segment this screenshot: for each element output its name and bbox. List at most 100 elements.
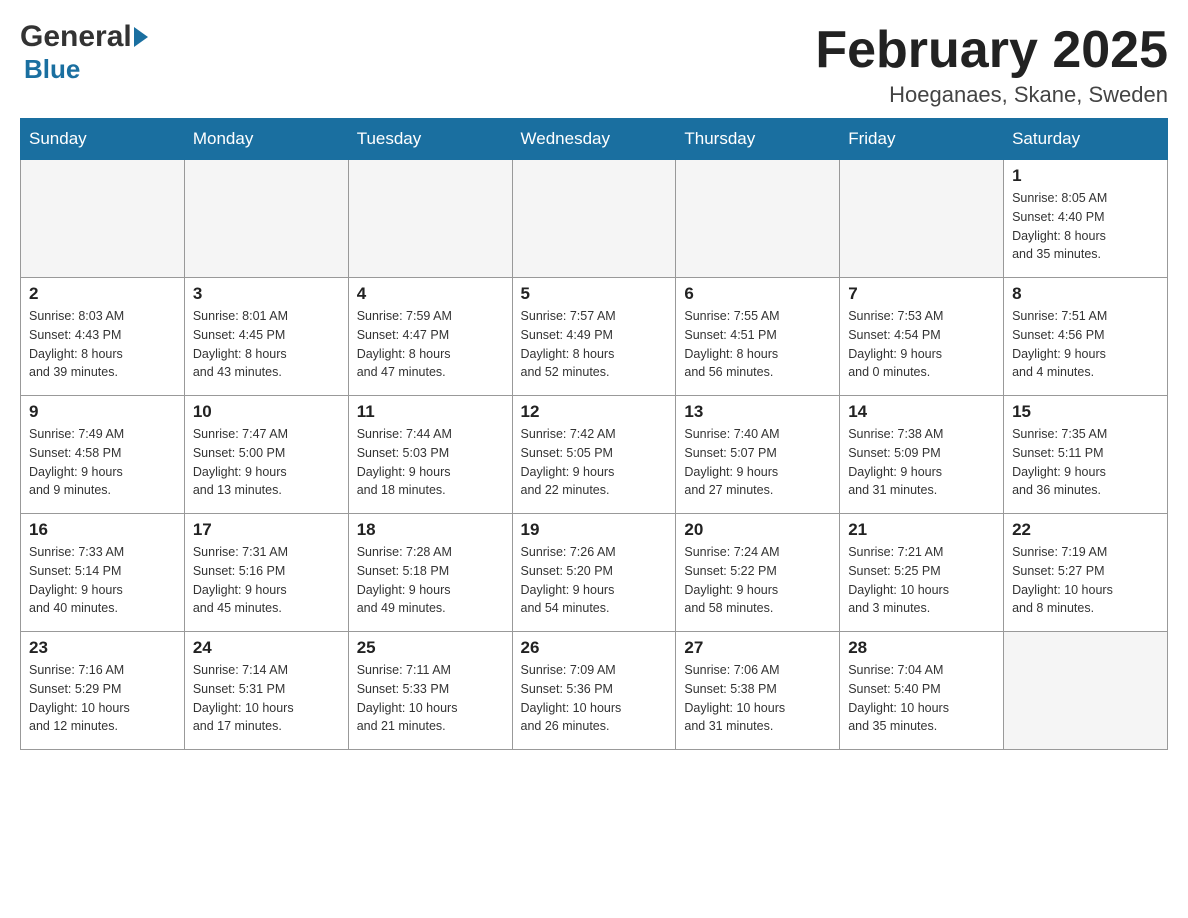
day-info: Sunrise: 7:49 AMSunset: 4:58 PMDaylight:…: [29, 425, 176, 500]
calendar-cell: 3 Sunrise: 8:01 AMSunset: 4:45 PMDaylight…: [184, 278, 348, 396]
day-info: Sunrise: 7:33 AMSunset: 5:14 PMDaylight:…: [29, 543, 176, 618]
calendar-cell: [1004, 632, 1168, 750]
logo-general-text: General: [20, 20, 132, 54]
day-number: 6: [684, 284, 831, 304]
day-info: Sunrise: 7:24 AMSunset: 5:22 PMDaylight:…: [684, 543, 831, 618]
day-info: Sunrise: 7:47 AMSunset: 5:00 PMDaylight:…: [193, 425, 340, 500]
day-info: Sunrise: 7:53 AMSunset: 4:54 PMDaylight:…: [848, 307, 995, 382]
day-info: Sunrise: 7:59 AMSunset: 4:47 PMDaylight:…: [357, 307, 504, 382]
calendar-cell: 28Sunrise: 7:04 AMSunset: 5:40 PMDayligh…: [840, 632, 1004, 750]
calendar-cell: 16 Sunrise: 7:33 AMSunset: 5:14 PMDayligh…: [21, 514, 185, 632]
day-number: 17: [193, 520, 340, 540]
calendar-week-3: 9 Sunrise: 7:49 AMSunset: 4:58 PMDaylight…: [21, 396, 1168, 514]
calendar-cell: 7Sunrise: 7:53 AMSunset: 4:54 PMDaylight…: [840, 278, 1004, 396]
location-text: Hoeganaes, Skane, Sweden: [815, 82, 1168, 108]
day-number: 22: [1012, 520, 1159, 540]
logo-arrow-icon: [134, 27, 148, 47]
day-info: Sunrise: 8:05 AMSunset: 4:40 PMDaylight:…: [1012, 189, 1159, 264]
weekday-header-tuesday: Tuesday: [348, 119, 512, 160]
day-number: 18: [357, 520, 504, 540]
day-info: Sunrise: 7:16 AMSunset: 5:29 PMDaylight:…: [29, 661, 176, 736]
day-number: 11: [357, 402, 504, 422]
calendar-header: SundayMondayTuesdayWednesdayThursdayFrid…: [21, 119, 1168, 160]
calendar-cell: 24 Sunrise: 7:14 AMSunset: 5:31 PMDayligh…: [184, 632, 348, 750]
day-info: Sunrise: 7:55 AMSunset: 4:51 PMDaylight:…: [684, 307, 831, 382]
day-number: 23: [29, 638, 176, 658]
calendar-cell: 9 Sunrise: 7:49 AMSunset: 4:58 PMDaylight…: [21, 396, 185, 514]
calendar-cell: 23 Sunrise: 7:16 AMSunset: 5:29 PMDayligh…: [21, 632, 185, 750]
day-number: 12: [521, 402, 668, 422]
calendar-cell: 25 Sunrise: 7:11 AMSunset: 5:33 PMDayligh…: [348, 632, 512, 750]
weekday-header-saturday: Saturday: [1004, 119, 1168, 160]
day-number: 15: [1012, 402, 1159, 422]
calendar-cell: [348, 160, 512, 278]
calendar-cell: 2 Sunrise: 8:03 AMSunset: 4:43 PMDaylight…: [21, 278, 185, 396]
day-number: 21: [848, 520, 995, 540]
calendar-cell: 22 Sunrise: 7:19 AMSunset: 5:27 PMDayligh…: [1004, 514, 1168, 632]
day-info: Sunrise: 7:31 AMSunset: 5:16 PMDaylight:…: [193, 543, 340, 618]
page-header: General Blue February 2025 Hoeganaes, Sk…: [20, 20, 1168, 108]
day-number: 8: [1012, 284, 1159, 304]
day-number: 10: [193, 402, 340, 422]
day-info: Sunrise: 7:19 AMSunset: 5:27 PMDaylight:…: [1012, 543, 1159, 618]
calendar-cell: 21Sunrise: 7:21 AMSunset: 5:25 PMDayligh…: [840, 514, 1004, 632]
weekday-row: SundayMondayTuesdayWednesdayThursdayFrid…: [21, 119, 1168, 160]
day-number: 24: [193, 638, 340, 658]
calendar-cell: 18Sunrise: 7:28 AMSunset: 5:18 PMDayligh…: [348, 514, 512, 632]
calendar-cell: 1 Sunrise: 8:05 AMSunset: 4:40 PMDaylight…: [1004, 160, 1168, 278]
calendar-cell: [840, 160, 1004, 278]
day-number: 14: [848, 402, 995, 422]
calendar-cell: 5 Sunrise: 7:57 AMSunset: 4:49 PMDaylight…: [512, 278, 676, 396]
day-info: Sunrise: 8:01 AMSunset: 4:45 PMDaylight:…: [193, 307, 340, 382]
day-info: Sunrise: 7:04 AMSunset: 5:40 PMDaylight:…: [848, 661, 995, 736]
weekday-header-wednesday: Wednesday: [512, 119, 676, 160]
day-number: 9: [29, 402, 176, 422]
day-number: 4: [357, 284, 504, 304]
month-title: February 2025: [815, 20, 1168, 80]
day-number: 16: [29, 520, 176, 540]
calendar-cell: 10 Sunrise: 7:47 AMSunset: 5:00 PMDayligh…: [184, 396, 348, 514]
weekday-header-sunday: Sunday: [21, 119, 185, 160]
day-number: 5: [521, 284, 668, 304]
calendar-week-4: 16 Sunrise: 7:33 AMSunset: 5:14 PMDayligh…: [21, 514, 1168, 632]
weekday-header-monday: Monday: [184, 119, 348, 160]
calendar-week-2: 2 Sunrise: 8:03 AMSunset: 4:43 PMDaylight…: [21, 278, 1168, 396]
day-info: Sunrise: 7:14 AMSunset: 5:31 PMDaylight:…: [193, 661, 340, 736]
calendar-cell: 17 Sunrise: 7:31 AMSunset: 5:16 PMDayligh…: [184, 514, 348, 632]
day-number: 2: [29, 284, 176, 304]
calendar-cell: 19 Sunrise: 7:26 AMSunset: 5:20 PMDayligh…: [512, 514, 676, 632]
calendar-cell: 13Sunrise: 7:40 AMSunset: 5:07 PMDayligh…: [676, 396, 840, 514]
day-number: 27: [684, 638, 831, 658]
day-number: 19: [521, 520, 668, 540]
title-block: February 2025 Hoeganaes, Skane, Sweden: [815, 20, 1168, 108]
day-info: Sunrise: 7:26 AMSunset: 5:20 PMDaylight:…: [521, 543, 668, 618]
calendar-week-1: 1 Sunrise: 8:05 AMSunset: 4:40 PMDaylight…: [21, 160, 1168, 278]
day-number: 26: [521, 638, 668, 658]
day-info: Sunrise: 7:38 AMSunset: 5:09 PMDaylight:…: [848, 425, 995, 500]
day-number: 25: [357, 638, 504, 658]
calendar-cell: [676, 160, 840, 278]
day-info: Sunrise: 8:03 AMSunset: 4:43 PMDaylight:…: [29, 307, 176, 382]
day-info: Sunrise: 7:42 AMSunset: 5:05 PMDaylight:…: [521, 425, 668, 500]
day-number: 13: [684, 402, 831, 422]
calendar-cell: 15 Sunrise: 7:35 AMSunset: 5:11 PMDayligh…: [1004, 396, 1168, 514]
calendar-table: SundayMondayTuesdayWednesdayThursdayFrid…: [20, 118, 1168, 750]
calendar-cell: [21, 160, 185, 278]
day-info: Sunrise: 7:11 AMSunset: 5:33 PMDaylight:…: [357, 661, 504, 736]
calendar-cell: [184, 160, 348, 278]
calendar-cell: 12 Sunrise: 7:42 AMSunset: 5:05 PMDayligh…: [512, 396, 676, 514]
day-info: Sunrise: 7:51 AMSunset: 4:56 PMDaylight:…: [1012, 307, 1159, 382]
day-info: Sunrise: 7:35 AMSunset: 5:11 PMDaylight:…: [1012, 425, 1159, 500]
calendar-body: 1 Sunrise: 8:05 AMSunset: 4:40 PMDaylight…: [21, 160, 1168, 750]
calendar-cell: 6 Sunrise: 7:55 AMSunset: 4:51 PMDaylight…: [676, 278, 840, 396]
calendar-cell: 11 Sunrise: 7:44 AMSunset: 5:03 PMDayligh…: [348, 396, 512, 514]
day-info: Sunrise: 7:57 AMSunset: 4:49 PMDaylight:…: [521, 307, 668, 382]
day-number: 1: [1012, 166, 1159, 186]
day-number: 3: [193, 284, 340, 304]
calendar-cell: [512, 160, 676, 278]
logo: General Blue: [20, 20, 148, 85]
calendar-cell: 26Sunrise: 7:09 AMSunset: 5:36 PMDayligh…: [512, 632, 676, 750]
day-number: 20: [684, 520, 831, 540]
day-info: Sunrise: 7:44 AMSunset: 5:03 PMDaylight:…: [357, 425, 504, 500]
calendar-cell: 14 Sunrise: 7:38 AMSunset: 5:09 PMDayligh…: [840, 396, 1004, 514]
